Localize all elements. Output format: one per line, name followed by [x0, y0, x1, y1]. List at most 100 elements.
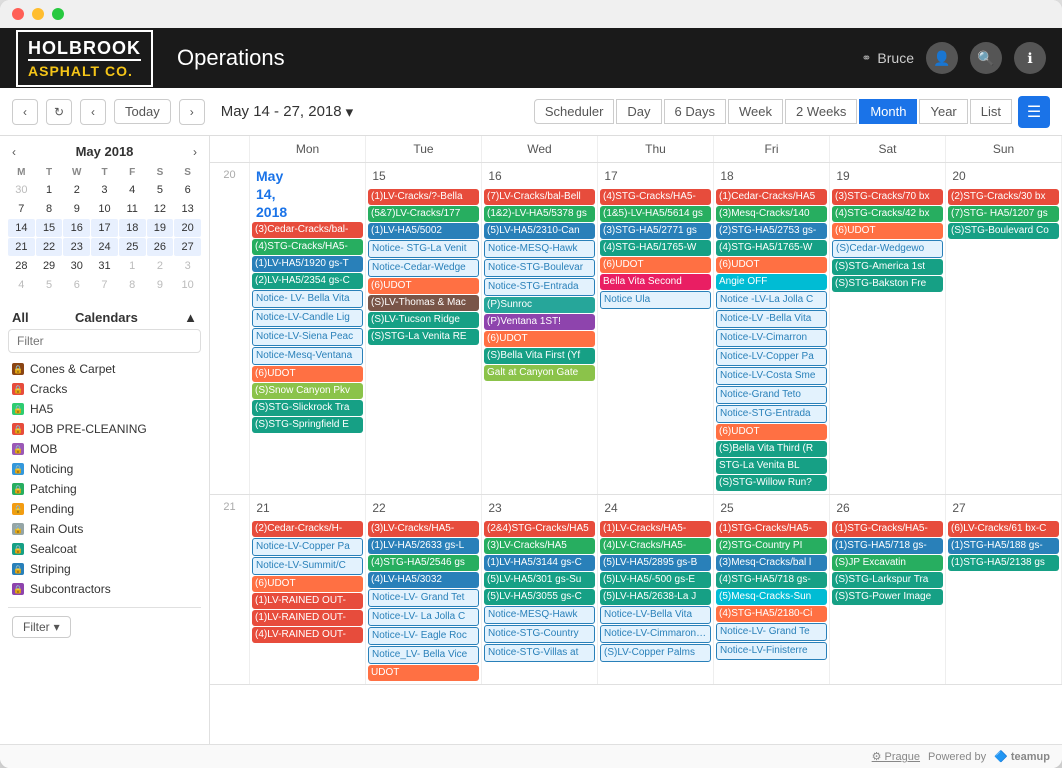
event[interactable]: Notice-LV- Grand Te [716, 623, 827, 641]
event[interactable]: Notice-LV-Costa Sme [716, 367, 827, 385]
event[interactable]: (S)STG-La Venita RE [368, 329, 479, 345]
event[interactable]: (1)LV-Cracks/?-Bella [368, 189, 479, 205]
event[interactable]: (S)LV-Copper Palms [600, 644, 711, 662]
event[interactable]: (6)UDOT [716, 257, 827, 273]
date-range[interactable]: May 14 - 27, 2018 ▾ [221, 103, 353, 121]
event[interactable]: (S)STG-Bakston Fre [832, 276, 943, 292]
maximize-button[interactable] [52, 8, 64, 20]
event[interactable]: (4)LV-Cracks/HA5- [600, 538, 711, 554]
event[interactable]: Notice_LV- Bella Vice [368, 646, 479, 664]
calendar-item[interactable]: 🔒 JOB PRE-CLEANING [8, 419, 201, 439]
event[interactable]: (S)STG-Willow Run? [716, 475, 827, 491]
event[interactable]: (S)STG-Springfield E [252, 417, 363, 433]
event[interactable]: (5)LV-HA5/3055 gs-C [484, 589, 595, 605]
calendar-filter[interactable] [8, 329, 201, 353]
calendar-item[interactable]: 🔒 Rain Outs [8, 519, 201, 539]
event[interactable]: Notice-LV- La Jolla C [368, 608, 479, 626]
event[interactable]: (S)LV-Thomas & Mac [368, 295, 479, 311]
calendar-item[interactable]: 🔒 Pending [8, 499, 201, 519]
event[interactable]: (5)LV-HA5/2310-Can [484, 223, 595, 239]
close-button[interactable] [12, 8, 24, 20]
calendar-item[interactable]: 🔒 Cracks [8, 379, 201, 399]
mini-day[interactable]: 3 [174, 257, 201, 275]
event[interactable]: (4)LV-HA5/3032 [368, 572, 479, 588]
event[interactable]: (5)LV-HA5/-500 gs-E [600, 572, 711, 588]
day-number[interactable]: 27 [948, 497, 970, 519]
event[interactable]: (4)STG-Cracks/42 bx [832, 206, 943, 222]
mini-day[interactable]: 25 [119, 238, 146, 256]
event[interactable]: (4)STG-HA5/718 gs- [716, 572, 827, 588]
event[interactable]: (S)LV-Tucson Ridge [368, 312, 479, 328]
calendar-item[interactable]: 🔒 Noticing [8, 459, 201, 479]
event[interactable]: (S)STG-Boulevard Co [948, 223, 1059, 239]
view-list[interactable]: List [970, 99, 1012, 124]
event[interactable]: (1)LV-HA5/3144 gs-C [484, 555, 595, 571]
event[interactable]: (6)UDOT [368, 278, 479, 294]
calendar-item[interactable]: 🔒 Striping [8, 559, 201, 579]
event[interactable]: (1)LV-RAINED OUT- [252, 610, 363, 626]
refresh-button[interactable]: ↻ [46, 99, 72, 125]
event[interactable]: UDOT [368, 665, 479, 681]
event[interactable]: Notice-Cedar-Wedge [368, 259, 479, 277]
mini-day[interactable]: 19 [147, 219, 174, 237]
event[interactable]: Notice-STG-Boulevar [484, 259, 595, 277]
search-icon[interactable]: 🔍 [970, 42, 1002, 74]
event[interactable]: Notice- LV- Bella Vita [252, 290, 363, 308]
event[interactable]: Galt at Canyon Gate [484, 365, 595, 381]
event[interactable]: (3)STG-HA5/2771 gs [600, 223, 711, 239]
mini-day[interactable]: 24 [91, 238, 118, 256]
event[interactable]: Notice-LV -Bella Vita [716, 310, 827, 328]
event[interactable]: Notice-MESQ-Hawk [484, 606, 595, 624]
mini-day[interactable]: 4 [8, 276, 35, 294]
event[interactable]: Notice-LV-Copper Pa [716, 348, 827, 366]
mini-day[interactable]: 16 [63, 219, 90, 237]
mini-day[interactable]: 7 [8, 200, 35, 218]
mini-day[interactable]: 20 [174, 219, 201, 237]
mini-day[interactable]: 2 [63, 181, 90, 199]
event[interactable]: (4)STG-HA5/2180-Ci [716, 606, 827, 622]
view-6days[interactable]: 6 Days [664, 99, 726, 124]
mini-next[interactable]: › [193, 145, 197, 159]
calendar-item[interactable]: 🔒 MOB [8, 439, 201, 459]
event[interactable]: (6)UDOT [252, 366, 363, 382]
event[interactable]: (3)Mesq-Cracks/bal l [716, 555, 827, 571]
event[interactable]: (2)Cedar-Cracks/H- [252, 521, 363, 537]
event[interactable]: (S)STG-Slickrock Tra [252, 400, 363, 416]
event[interactable]: (1)LV-HA5/1920 gs-T [252, 256, 363, 272]
mini-day[interactable]: 30 [8, 181, 35, 199]
prev-button[interactable]: ‹ [80, 99, 106, 125]
event[interactable]: Notice-Grand Teto [716, 386, 827, 404]
event[interactable]: Notice-STG-Villas at [484, 644, 595, 662]
mini-day[interactable]: 17 [91, 219, 118, 237]
event[interactable]: (5)LV-HA5/2895 gs-B [600, 555, 711, 571]
event[interactable]: (1)LV-RAINED OUT- [252, 593, 363, 609]
mini-day[interactable]: 7 [91, 276, 118, 294]
calendars-header[interactable]: All Calendars ▲ [8, 306, 201, 329]
day-number[interactable]: May 14, 2018 [252, 165, 274, 187]
event[interactable]: (4)STG-HA5/1765-W [600, 240, 711, 256]
event[interactable]: (S)STG-Larkspur Tra [832, 572, 943, 588]
mini-day[interactable]: 9 [147, 276, 174, 294]
day-number[interactable]: 15 [368, 165, 390, 187]
view-month[interactable]: Month [859, 99, 917, 124]
calendar-item[interactable]: 🔒 Patching [8, 479, 201, 499]
mini-day[interactable]: 18 [119, 219, 146, 237]
filter-button[interactable]: Filter ▾ [12, 616, 71, 638]
event[interactable]: Notice -LV-La Jolla C [716, 291, 827, 309]
event[interactable]: (6)UDOT [600, 257, 711, 273]
event[interactable]: Notice-LV- Eagle Roc [368, 627, 479, 645]
mini-day[interactable]: 21 [8, 238, 35, 256]
mini-day[interactable]: 30 [63, 257, 90, 275]
event[interactable]: (7)LV-Cracks/bal-Bell [484, 189, 595, 205]
info-icon[interactable]: ℹ [1014, 42, 1046, 74]
mini-day[interactable]: 11 [119, 200, 146, 218]
event[interactable]: (4)STG-Cracks/HA5- [600, 189, 711, 205]
event[interactable]: Notice-STG-Entrada [716, 405, 827, 423]
event[interactable]: Angie OFF [716, 274, 827, 290]
event[interactable]: (2)STG-HA5/2753 gs- [716, 223, 827, 239]
prev-period-button[interactable]: ‹ [12, 99, 38, 125]
event[interactable]: Notice-STG-Country [484, 625, 595, 643]
view-2weeks[interactable]: 2 Weeks [785, 99, 857, 124]
event[interactable]: (5)Mesq-Cracks-Sun [716, 589, 827, 605]
next-button[interactable]: › [179, 99, 205, 125]
